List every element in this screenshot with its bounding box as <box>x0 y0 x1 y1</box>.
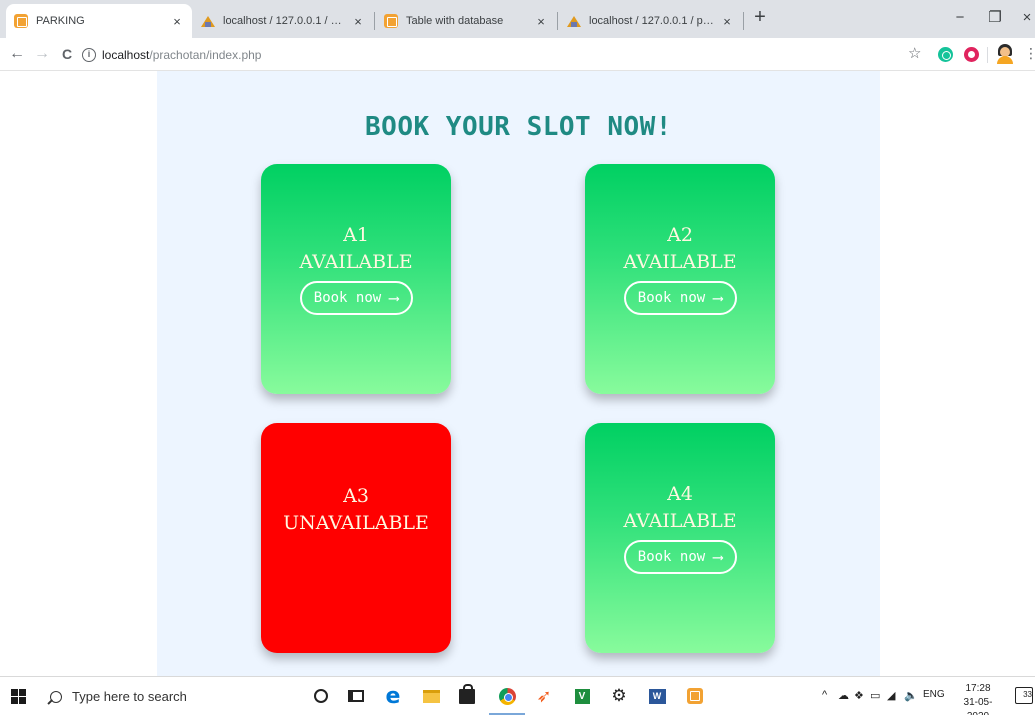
chrome-icon[interactable] <box>497 686 517 706</box>
search-placeholder: Type here to search <box>72 689 187 704</box>
dropbox-icon[interactable]: ❖ <box>854 689 864 702</box>
back-button[interactable]: ← <box>6 43 28 65</box>
slot-id: A4 <box>667 483 693 505</box>
windows-taskbar: Type here to search e ➶ V ⚙ W ^ ☁ ❖ ▭ ◢ … <box>0 676 1035 715</box>
tab-phpmyadmin-mysql[interactable]: localhost / 127.0.0.1 / mysql | ph × <box>193 4 373 38</box>
close-icon[interactable]: × <box>534 14 548 29</box>
url-host: localhost <box>102 47 150 62</box>
book-now-button-a1[interactable]: Book now ⟶ <box>299 281 413 315</box>
forward-button[interactable]: → <box>31 43 53 65</box>
reload-button[interactable]: C <box>56 43 78 65</box>
book-now-label: Book now <box>313 290 382 306</box>
vs-code-icon[interactable]: V <box>572 686 592 706</box>
file-explorer-icon[interactable] <box>421 686 441 706</box>
browser-tab-strip: PARKING × localhost / 127.0.0.1 / mysql … <box>0 0 1035 38</box>
xampp-icon[interactable] <box>685 686 705 706</box>
page-container: BOOK YOUR SLOT NOW! A1 AVAILABLE Book no… <box>157 71 880 676</box>
new-tab-button[interactable]: + <box>748 6 772 30</box>
word-icon[interactable]: W <box>647 686 667 706</box>
url-text: localhost/prachotan/index.php <box>102 48 261 62</box>
minimize-button[interactable]: − <box>943 6 977 30</box>
tab-title: PARKING <box>36 15 85 27</box>
bookmark-star-icon[interactable]: ☆ <box>908 44 921 62</box>
phpmyadmin-icon <box>201 14 215 28</box>
browser-toolbar: ← → C i localhost/prachotan/index.php ☆ … <box>0 38 1035 71</box>
address-bar[interactable]: i localhost/prachotan/index.php <box>82 42 900 67</box>
tab-separator <box>743 12 744 30</box>
battery-icon[interactable]: ▭ <box>870 689 880 702</box>
slot-status: UNAVAILABLE <box>283 512 429 534</box>
clock-time: 17:28 <box>965 683 991 694</box>
arrow-right-icon: ⟶ <box>713 289 723 307</box>
grammarly-extension-icon[interactable] <box>938 47 953 62</box>
taskbar-clock[interactable]: 17:28 31-05-2020 <box>954 682 1002 715</box>
store-icon[interactable] <box>457 683 477 706</box>
slot-card-a3: A3 UNAVAILABLE <box>261 423 451 653</box>
slot-id: A2 <box>667 224 693 246</box>
windows-start-icon[interactable] <box>11 689 26 704</box>
slot-card-a4: A4 AVAILABLE Book now ⟶ <box>585 423 775 653</box>
slot-card-a1: A1 AVAILABLE Book now ⟶ <box>261 164 451 394</box>
arrow-right-icon: ⟶ <box>389 289 399 307</box>
slot-id: A1 <box>343 224 369 246</box>
slot-status: AVAILABLE <box>623 510 737 532</box>
profile-avatar[interactable] <box>996 44 1014 64</box>
url-path: /prachotan/index.php <box>149 47 262 62</box>
more-menu-icon[interactable]: ⋮ <box>1024 45 1035 62</box>
notification-center-icon[interactable]: 33 <box>1015 687 1033 704</box>
search-icon <box>50 690 62 703</box>
cortana-icon[interactable] <box>311 686 331 706</box>
slot-status: AVAILABLE <box>299 251 413 273</box>
tab-title: localhost / 127.0.0.1 / parking | p <box>589 15 714 27</box>
settings-gear-icon[interactable]: ⚙ <box>609 686 629 706</box>
tab-title: localhost / 127.0.0.1 / mysql | ph <box>223 15 345 27</box>
notification-count: 33 <box>1023 690 1032 699</box>
onedrive-icon[interactable]: ☁ <box>838 689 849 702</box>
phpmyadmin-icon <box>567 14 581 28</box>
xampp-page-icon <box>14 14 28 28</box>
tab-separator <box>557 12 558 30</box>
slot-status: AVAILABLE <box>623 251 737 273</box>
maximize-button[interactable]: ❐ <box>978 6 1012 30</box>
book-now-button-a2[interactable]: Book now ⟶ <box>623 281 737 315</box>
book-now-label: Book now <box>637 290 706 306</box>
taskbar-search-box[interactable]: Type here to search <box>40 681 295 712</box>
close-icon[interactable]: × <box>351 14 365 29</box>
close-icon[interactable]: × <box>720 14 734 29</box>
app-bird-icon[interactable]: ➶ <box>534 686 554 706</box>
close-icon[interactable]: × <box>170 14 184 29</box>
toolbar-separator <box>987 47 988 63</box>
screen: PARKING × localhost / 127.0.0.1 / mysql … <box>0 0 1035 715</box>
task-view-icon[interactable] <box>346 686 366 706</box>
tab-table-with-database[interactable]: Table with database × <box>376 4 556 38</box>
edge-icon[interactable]: e <box>383 684 403 709</box>
tray-chevron-icon[interactable]: ^ <box>822 689 827 701</box>
info-icon[interactable]: i <box>82 47 96 62</box>
volume-icon[interactable]: 🔈 <box>904 689 918 702</box>
language-indicator[interactable]: ENG <box>923 689 945 700</box>
extension-icon[interactable] <box>964 47 979 62</box>
page-title: BOOK YOUR SLOT NOW! <box>365 112 672 142</box>
close-window-button[interactable]: × <box>1010 6 1035 30</box>
page-viewport: BOOK YOUR SLOT NOW! A1 AVAILABLE Book no… <box>0 71 1035 676</box>
book-now-button-a4[interactable]: Book now ⟶ <box>623 540 737 574</box>
xampp-page-icon <box>384 14 398 28</box>
tab-parking[interactable]: PARKING × <box>6 4 192 38</box>
book-now-label: Book now <box>637 549 706 565</box>
arrow-right-icon: ⟶ <box>713 548 723 566</box>
clock-date: 31-05-2020 <box>963 697 993 715</box>
slot-id: A3 <box>343 485 369 507</box>
slot-card-a2: A2 AVAILABLE Book now ⟶ <box>585 164 775 394</box>
tab-phpmyadmin-parking[interactable]: localhost / 127.0.0.1 / parking | p × <box>559 4 742 38</box>
tab-title: Table with database <box>406 15 504 27</box>
tab-separator <box>374 12 375 30</box>
network-icon[interactable]: ◢ <box>887 689 895 702</box>
